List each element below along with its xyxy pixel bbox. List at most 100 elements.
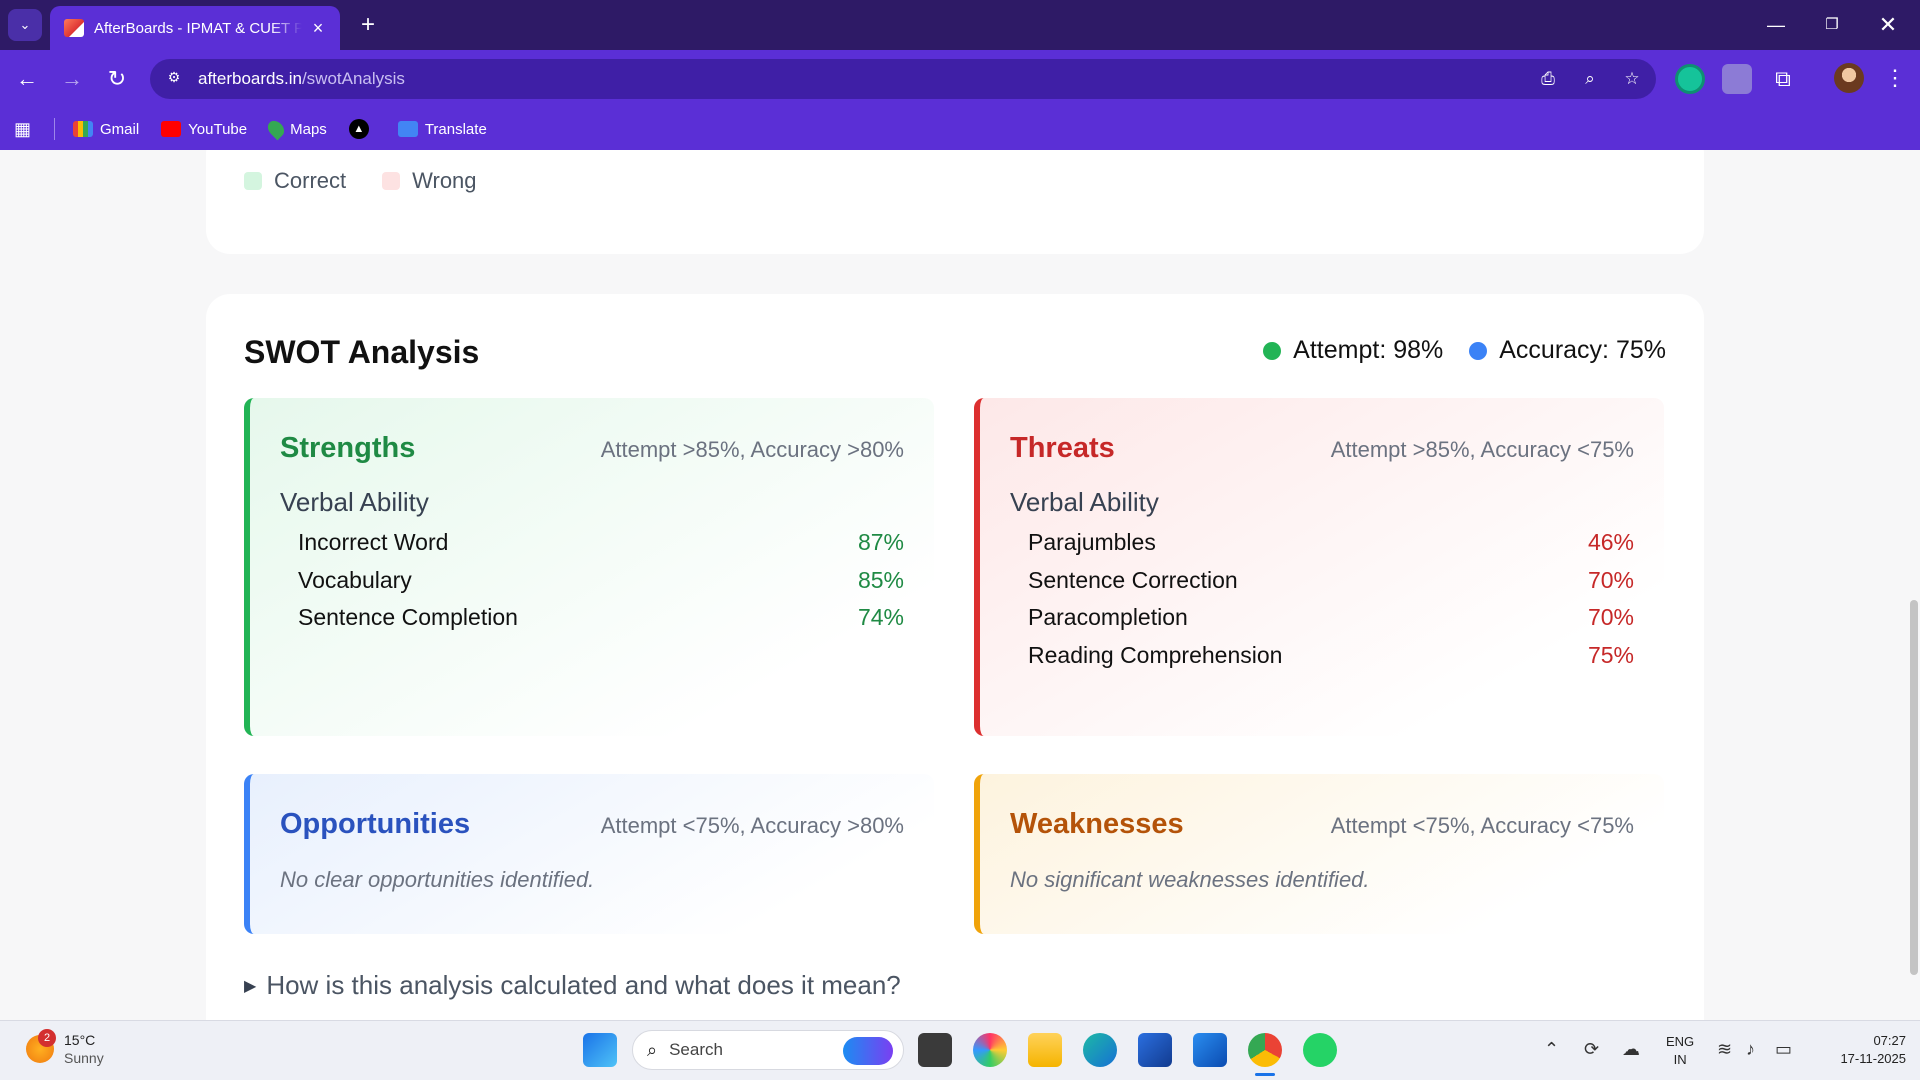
page-scrollbar-thumb[interactable] (1910, 600, 1918, 975)
microsoft-store-icon[interactable] (1138, 1033, 1172, 1067)
minimize-icon[interactable]: — (1754, 8, 1798, 42)
file-explorer-icon[interactable] (1028, 1033, 1062, 1067)
bookmark-gmail[interactable]: Gmail (73, 121, 139, 138)
swot-analysis-card: SWOT Analysis Attempt: 98% Accuracy: 75%… (206, 294, 1704, 1020)
browser-tab-active[interactable]: AfterBoards - IPMAT & CUET Pr × (50, 6, 340, 50)
extension-icon[interactable] (1722, 64, 1752, 94)
windows-taskbar: 2 15°C Sunny ⌕ Search ⌃ ⟳ ☁ ENG IN ≋ ♪ ▭… (0, 1020, 1920, 1080)
volume-icon[interactable]: ♪ (1746, 1039, 1755, 1060)
forward-arrow-icon[interactable]: → (55, 62, 89, 96)
omnibox-actions: ⎙ ⌕ ☆ (1538, 59, 1642, 99)
strengths-title: Strengths (280, 432, 416, 464)
page-viewport: Correct Wrong SWOT Analysis Attempt: 98%… (0, 150, 1920, 1020)
zoom-icon[interactable]: ⌕ (1580, 69, 1600, 89)
browser-toolbar: ← → ↻ ⚙ afterboards.in/swotAnalysis ⎙ ⌕ … (0, 50, 1920, 108)
list-item: Paracompletion 70% (1010, 599, 1634, 637)
close-window-icon[interactable]: ✕ (1866, 8, 1910, 42)
list-item: Incorrect Word 87% (280, 524, 904, 562)
profile-avatar[interactable] (1834, 63, 1864, 93)
topic-name: Incorrect Word (298, 529, 449, 556)
copilot-icon[interactable] (973, 1033, 1007, 1067)
bookmark-youtube[interactable]: YouTube (161, 121, 247, 138)
address-bar[interactable]: ⚙ afterboards.in/swotAnalysis ⎙ ⌕ ☆ (150, 59, 1656, 99)
opportunities-criteria: Attempt <75%, Accuracy >80% (600, 813, 904, 838)
app-a-icon: ▲ (348, 119, 369, 139)
legend-correct: Correct (244, 168, 346, 194)
opportunities-empty-message: No clear opportunities identified. (280, 867, 595, 892)
accuracy-value: Accuracy: 75% (1499, 336, 1666, 364)
threats-section: Verbal Ability (1010, 487, 1159, 517)
list-item: Sentence Completion 74% (280, 599, 904, 637)
weaknesses-criteria: Attempt <75%, Accuracy <75% (1330, 813, 1634, 838)
chart-legend-card: Correct Wrong (206, 150, 1704, 254)
weather-condition: Sunny (64, 1050, 104, 1066)
url-host: afterboards.in (198, 69, 302, 88)
bookmark-app-a[interactable]: ▲ (348, 119, 376, 139)
close-tab-icon[interactable]: × (308, 18, 328, 38)
site-info-icon[interactable]: ⚙ (164, 69, 184, 89)
taskbar-search-box[interactable]: ⌕ Search (632, 1030, 904, 1070)
restore-icon[interactable]: ❐ (1810, 8, 1854, 42)
analysis-explanation-toggle[interactable]: ▶ How is this analysis calculated and wh… (244, 970, 901, 1001)
weaknesses-title: Weaknesses (1010, 808, 1184, 840)
browser-titlebar: ⌄ AfterBoards - IPMAT & CUET Pr × + — ❐ … (0, 0, 1920, 50)
topic-value: 70% (1587, 604, 1634, 631)
edge-icon[interactable] (1083, 1033, 1117, 1067)
weather-widget[interactable]: 2 15°C Sunny (26, 1029, 104, 1067)
bookmark-maps[interactable]: Maps (264, 117, 327, 141)
legend-correct-label: Correct (274, 168, 347, 193)
opportunities-quadrant: Opportunities Attempt <75%, Accuracy >80… (244, 774, 934, 934)
legend-wrong-label: Wrong (412, 168, 477, 193)
new-tab-button[interactable]: + (353, 10, 383, 40)
clock-time: 07:27 (1873, 1033, 1906, 1048)
search-icon: ⌕ (647, 1039, 658, 1060)
clock-date: 17-11-2025 (1840, 1051, 1906, 1066)
weaknesses-quadrant: Weaknesses Attempt <75%, Accuracy <75% N… (974, 774, 1664, 934)
extensions-puzzle-icon[interactable]: ⧉ (1768, 64, 1798, 94)
attempt-dot-icon (1263, 341, 1282, 360)
threats-header: Threats Attempt >85%, Accuracy <75% (1010, 432, 1634, 465)
bookmark-star-icon[interactable]: ☆ (1622, 69, 1642, 89)
list-item: Parajumbles 46% (1010, 524, 1634, 562)
whatsapp-icon[interactable] (1303, 1033, 1337, 1067)
task-view-icon[interactable] (918, 1033, 952, 1067)
attempt-summary: Attempt: 98% (1263, 336, 1443, 365)
strengths-section: Verbal Ability (280, 487, 429, 517)
strengths-criteria: Attempt >85%, Accuracy >80% (600, 437, 904, 462)
install-app-icon[interactable]: ⎙ (1538, 69, 1558, 89)
apps-grid-icon[interactable]: ▦ (14, 118, 36, 140)
topic-value: 74% (857, 604, 904, 631)
chrome-icon[interactable] (1248, 1033, 1282, 1067)
url-path: /swotAnalysis (301, 69, 405, 88)
reload-icon[interactable]: ↻ (100, 62, 134, 96)
language-indicator[interactable]: ENG IN (1666, 1033, 1694, 1069)
system-clock[interactable]: 07:27 17-11-2025 (1818, 1032, 1906, 1068)
list-item: Reading Comprehension 75% (1010, 637, 1634, 675)
language-code: ENG (1666, 1034, 1695, 1049)
sync-icon[interactable]: ⟳ (1584, 1039, 1599, 1060)
battery-icon[interactable]: ▭ (1775, 1039, 1792, 1060)
legend-wrong: Wrong (382, 168, 477, 194)
weather-temperature: 15°C (64, 1032, 96, 1048)
tray-chevron-up-icon[interactable]: ⌃ (1544, 1039, 1559, 1060)
tab-search-button[interactable]: ⌄ (8, 9, 42, 41)
opportunities-title: Opportunities (280, 808, 471, 840)
swot-summary: Attempt: 98% Accuracy: 75% (1237, 336, 1666, 365)
tab-title: AfterBoards - IPMAT & CUET Pr (94, 19, 302, 37)
browser-menu-icon[interactable]: ⋮ (1880, 63, 1910, 93)
cloud-offline-icon[interactable]: ☁ (1622, 1039, 1640, 1060)
topic-value: 85% (857, 566, 904, 593)
bookmark-label: Translate (424, 120, 487, 138)
swot-title: SWOT Analysis (244, 334, 480, 370)
outlook-icon[interactable] (1193, 1033, 1227, 1067)
taskbar-search-label: Search (669, 1040, 723, 1059)
windows-start-icon[interactable] (583, 1033, 617, 1067)
weaknesses-header: Weaknesses Attempt <75%, Accuracy <75% (1010, 808, 1634, 841)
topic-name: Sentence Completion (298, 604, 518, 631)
youtube-icon (161, 121, 182, 137)
grammarly-extension-icon[interactable] (1675, 64, 1705, 94)
wifi-icon[interactable]: ≋ (1717, 1039, 1732, 1060)
bookmark-translate[interactable]: Translate (397, 120, 487, 138)
threats-title: Threats (1010, 432, 1115, 464)
back-arrow-icon[interactable]: ← (10, 62, 44, 96)
